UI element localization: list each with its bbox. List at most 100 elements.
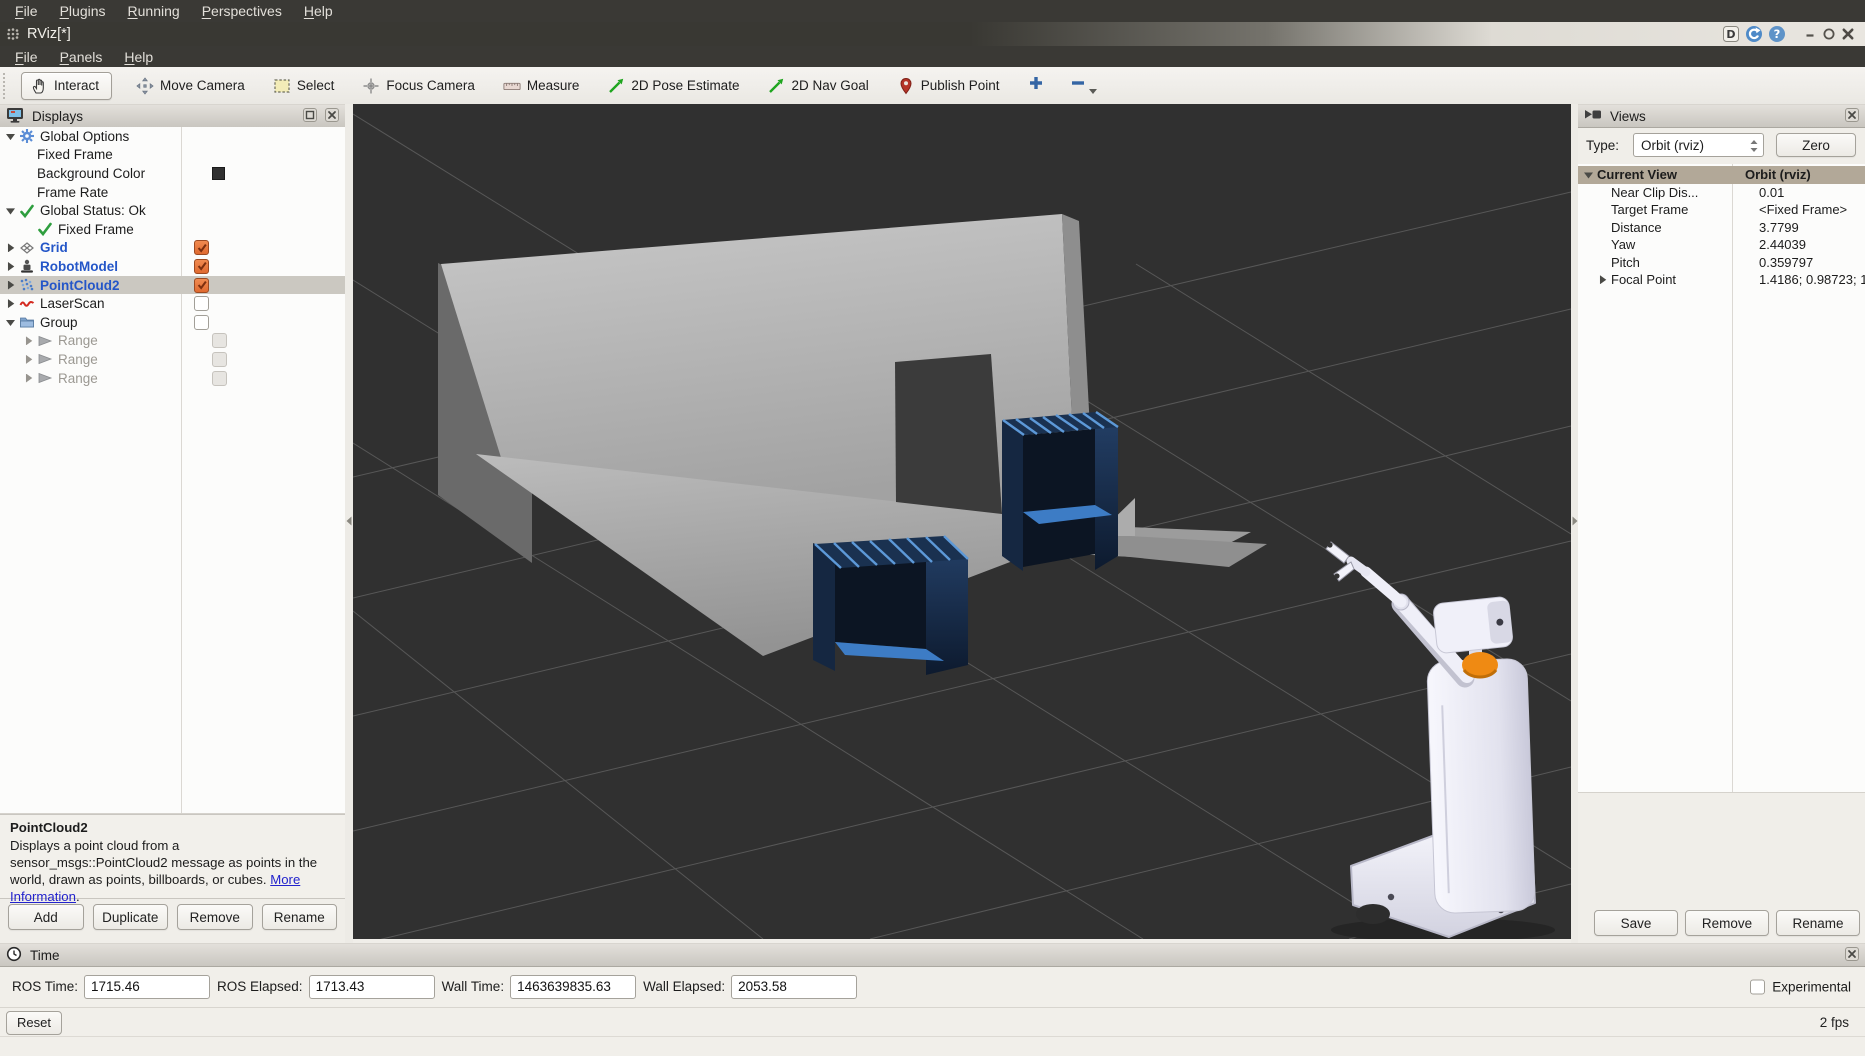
- displays-row-range[interactable]: Range: [0, 350, 345, 369]
- close-panel-icon[interactable]: [1845, 947, 1859, 961]
- check-icon: [37, 221, 53, 237]
- views-row-yaw[interactable]: Yaw2.44039: [1578, 236, 1865, 254]
- displays-row-robotmodel[interactable]: RobotModel: [0, 257, 345, 276]
- checkbox-checked[interactable]: [194, 259, 209, 274]
- displays-row-background-color[interactable]: Background Color: [0, 164, 345, 183]
- expand-arrow[interactable]: [6, 243, 15, 252]
- app-menu-panels[interactable]: Panels: [49, 46, 114, 67]
- toolbar-drag-handle[interactable]: [3, 73, 10, 99]
- tool-move-camera[interactable]: Move Camera: [130, 74, 251, 98]
- checkbox-disabled[interactable]: [212, 352, 227, 367]
- checkbox-disabled[interactable]: [212, 333, 227, 348]
- zoom-in-tool[interactable]: [1028, 75, 1044, 96]
- left-splitter[interactable]: [345, 104, 353, 943]
- views-row-distance[interactable]: Distance3.7799: [1578, 219, 1865, 237]
- displays-row-grid[interactable]: Grid: [0, 239, 345, 258]
- expand-arrow[interactable]: [6, 132, 15, 141]
- time-panel-header: Time: [0, 943, 1865, 967]
- close-panel-icon[interactable]: [1845, 108, 1859, 122]
- wall-elapsed-input[interactable]: [731, 975, 857, 999]
- displays-row-pointcloud2[interactable]: PointCloud2: [0, 276, 345, 295]
- expand-arrow[interactable]: [1598, 275, 1607, 284]
- wall-time-input[interactable]: [510, 975, 636, 999]
- displays-row-frame-rate[interactable]: Frame Rate: [0, 183, 345, 202]
- expand-arrow[interactable]: [24, 355, 33, 364]
- save-view-button[interactable]: Save: [1594, 910, 1678, 936]
- displays-row-fixed-frame[interactable]: Fixed Frame: [0, 220, 345, 239]
- checkbox-checked[interactable]: [194, 278, 209, 293]
- close-icon[interactable]: [1841, 27, 1855, 41]
- zero-button[interactable]: Zero: [1776, 133, 1856, 157]
- ros-elapsed-input[interactable]: [309, 975, 435, 999]
- rename-view-button[interactable]: Rename: [1776, 910, 1860, 936]
- checkbox-disabled[interactable]: [212, 371, 227, 386]
- collapse-right-icon[interactable]: [1572, 516, 1578, 943]
- expand-arrow[interactable]: [24, 374, 33, 383]
- float-panel-icon[interactable]: [303, 108, 317, 122]
- views-row-target-frame[interactable]: Target Frame<Fixed Frame>: [1578, 201, 1865, 219]
- rename-button[interactable]: Rename: [262, 904, 338, 930]
- remove-view-button[interactable]: Remove: [1685, 910, 1769, 936]
- expand-arrow[interactable]: [6, 318, 15, 327]
- views-row-near-clip-dis[interactable]: Near Clip Dis...0.01: [1578, 184, 1865, 202]
- reset-button[interactable]: Reset: [6, 1011, 62, 1035]
- right-splitter[interactable]: [1571, 104, 1578, 943]
- global-menu-plugins[interactable]: Plugins: [49, 0, 117, 22]
- remove-button[interactable]: Remove: [177, 904, 253, 930]
- displays-row-fixed-frame[interactable]: Fixed Frame: [0, 146, 345, 165]
- add-button[interactable]: Add: [8, 904, 84, 930]
- expand-arrow[interactable]: [24, 336, 33, 345]
- app-menu-file[interactable]: File: [4, 46, 49, 67]
- global-menu-perspectives[interactable]: Perspectives: [191, 0, 293, 22]
- tool-focus-camera[interactable]: Focus Camera: [356, 74, 481, 98]
- experimental-checkbox[interactable]: [1750, 979, 1765, 994]
- dropdown-caret-icon[interactable]: [1089, 89, 1097, 94]
- tool-measure[interactable]: Measure: [497, 74, 586, 98]
- help-icon[interactable]: ?: [1768, 25, 1786, 43]
- maximize-icon[interactable]: [1822, 27, 1836, 41]
- undock-icon[interactable]: [1745, 25, 1763, 43]
- global-menu-help[interactable]: Help: [293, 0, 344, 22]
- expand-arrow[interactable]: [6, 299, 15, 308]
- expand-arrow[interactable]: [1584, 170, 1593, 179]
- displays-row-group[interactable]: Group: [0, 313, 345, 332]
- views-row-focal-point[interactable]: Focal Point1.4186; 0.98723; 1.1...: [1578, 271, 1865, 289]
- dock-d-icon[interactable]: D: [1722, 25, 1740, 43]
- ros-time-input[interactable]: [84, 975, 210, 999]
- minimize-icon[interactable]: [1803, 27, 1817, 41]
- global-menu-running[interactable]: Running: [117, 0, 191, 22]
- app-menu-help[interactable]: Help: [113, 46, 164, 67]
- row-label: RobotModel: [40, 259, 118, 274]
- expand-arrow[interactable]: [6, 281, 15, 290]
- tool-select[interactable]: Select: [267, 74, 341, 98]
- expand-arrow[interactable]: [6, 262, 15, 271]
- global-menu-file[interactable]: File: [4, 0, 49, 22]
- duplicate-button[interactable]: Duplicate: [93, 904, 169, 930]
- close-panel-icon[interactable]: [325, 108, 339, 122]
- tool-2d-nav-goal[interactable]: 2D Nav Goal: [761, 74, 874, 98]
- displays-row-laserscan[interactable]: LaserScan: [0, 294, 345, 313]
- views-row-current-view[interactable]: Current ViewOrbit (rviz): [1578, 166, 1865, 184]
- tool-interact[interactable]: Interact: [21, 72, 112, 100]
- tool-publish-point[interactable]: Publish Point: [891, 74, 1006, 98]
- displays-row-range[interactable]: Range: [0, 332, 345, 351]
- viewport-3d[interactable]: [353, 104, 1571, 939]
- displays-row-global-options[interactable]: Global Options: [0, 127, 345, 146]
- expand-arrow[interactable]: [6, 206, 15, 215]
- color-swatch: [212, 167, 225, 180]
- views-panel-title: Views: [1610, 109, 1646, 124]
- checkbox-checked[interactable]: [194, 240, 209, 255]
- row-value: 0.01: [1759, 185, 1784, 200]
- views-row-pitch[interactable]: Pitch0.359797: [1578, 254, 1865, 272]
- tool-2d-pose-estimate[interactable]: 2D Pose Estimate: [601, 74, 745, 98]
- view-type-select[interactable]: Orbit (rviz): [1633, 133, 1764, 157]
- checkbox-unchecked[interactable]: [194, 315, 209, 330]
- collapse-left-icon[interactable]: [346, 516, 352, 943]
- spinner-arrows-icon[interactable]: [1749, 138, 1759, 154]
- displays-row-range[interactable]: Range: [0, 369, 345, 388]
- row-value: 0.359797: [1759, 255, 1813, 270]
- zoom-out-tool[interactable]: [1070, 75, 1097, 96]
- displays-row-global-status-ok[interactable]: Global Status: Ok: [0, 201, 345, 220]
- pointcloud-icon: [19, 277, 35, 293]
- checkbox-unchecked[interactable]: [194, 296, 209, 311]
